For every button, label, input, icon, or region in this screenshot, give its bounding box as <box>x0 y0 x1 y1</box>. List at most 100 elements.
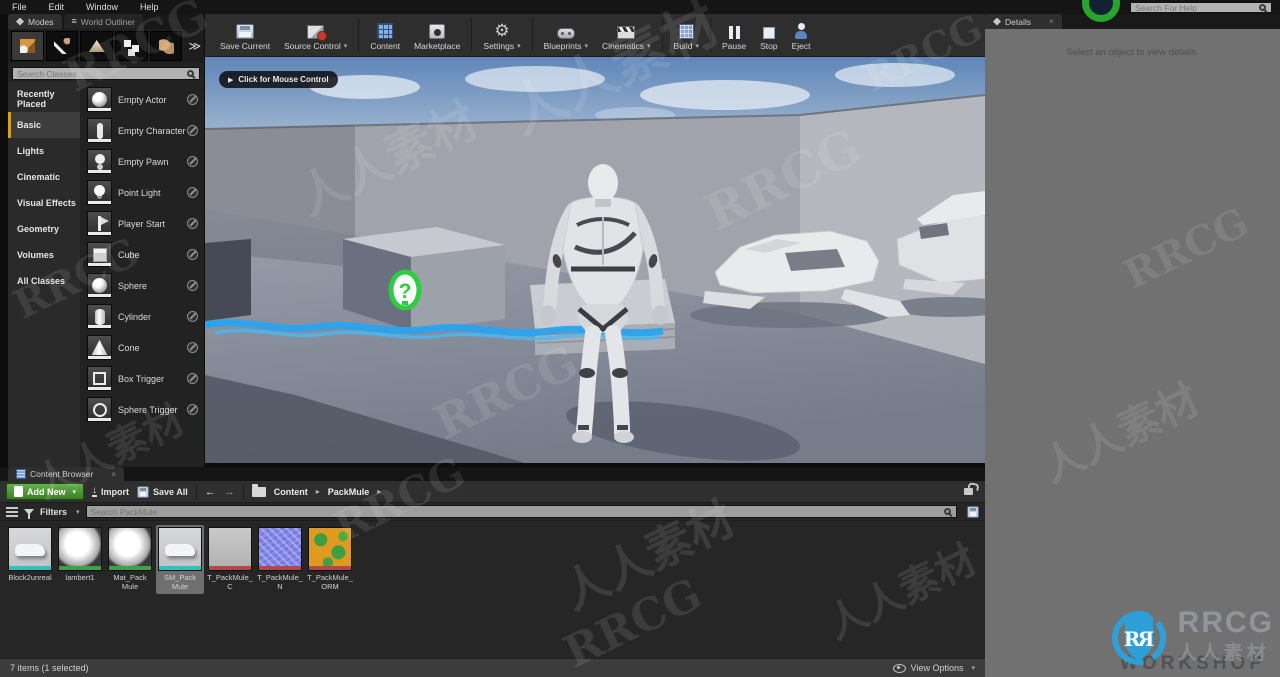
content-browser: Content Browser × Add New ▾ ↓ Import Sav… <box>0 467 985 677</box>
drag-handle-icon[interactable] <box>187 187 198 198</box>
modes-body: Recently Placed Basic Lights Cinematic V… <box>8 82 204 476</box>
level-viewport[interactable]: ? ▶ Click for Mouse Control <box>205 57 985 463</box>
back-arrow-icon[interactable]: ← <box>205 486 216 498</box>
stop-icon <box>762 26 775 39</box>
drag-handle-icon[interactable] <box>187 404 198 415</box>
list-item-empty-actor[interactable]: Empty Actor <box>80 84 204 115</box>
save-all-button[interactable]: Save All <box>137 485 188 498</box>
geometry-mode-icon <box>123 39 131 47</box>
filters-button[interactable]: Filters <box>40 507 67 517</box>
pause-button[interactable]: Pause <box>715 15 753 55</box>
category-basic[interactable]: Basic <box>8 112 80 138</box>
sources-panel-icon[interactable] <box>6 506 18 517</box>
category-recently-placed[interactable]: Recently Placed <box>8 86 80 112</box>
drag-handle-icon[interactable] <box>187 249 198 260</box>
mode-landscape-button[interactable] <box>80 31 114 61</box>
unreal-editor-window: File Edit Window Help Modes ≡ World Outl… <box>0 0 1280 677</box>
list-item-empty-character[interactable]: Empty Character <box>80 115 204 146</box>
marketplace-button[interactable]: Marketplace <box>407 15 467 55</box>
content-button[interactable]: Content <box>363 15 407 55</box>
chevron-down-icon: ▾ <box>695 42 699 50</box>
menu-window[interactable]: Window <box>86 2 118 12</box>
sphere-trigger-icon <box>87 397 112 422</box>
asset-tile-sm-packmule-selected[interactable]: SM_Pack Mule <box>156 525 204 594</box>
list-item-point-light[interactable]: Point Light <box>80 177 204 208</box>
lock-icon[interactable] <box>964 488 973 495</box>
save-search-icon[interactable] <box>967 505 979 518</box>
import-button[interactable]: ↓ Import <box>92 485 129 497</box>
list-item-cone[interactable]: Cone <box>80 332 204 363</box>
mode-paint-button[interactable] <box>45 31 79 61</box>
list-item-cube[interactable]: Cube <box>80 239 204 270</box>
normal-map-thumbnail <box>258 527 302 571</box>
close-icon[interactable]: × <box>111 470 116 479</box>
cinematics-button[interactable]: Cinematics ▾ <box>595 15 658 55</box>
category-visual-effects[interactable]: Visual Effects <box>8 190 80 216</box>
asset-search-input[interactable] <box>86 506 944 517</box>
asset-tile-lambert1[interactable]: lambert1 <box>56 525 104 584</box>
help-search-input[interactable] <box>1131 2 1259 13</box>
asset-tile-block2unreal[interactable]: Block2unreal <box>6 525 54 584</box>
view-options-button[interactable]: View Options ▾ <box>892 663 975 673</box>
menu-file[interactable]: File <box>12 2 27 12</box>
drag-handle-icon[interactable] <box>187 94 198 105</box>
content-browser-tabbar: Content Browser × <box>0 467 985 481</box>
content-browser-toolbar: Add New ▾ ↓ Import Save All ← → Content … <box>0 481 985 503</box>
asset-tile-t-packmule-orm[interactable]: T_PackMule_ORM <box>306 525 354 594</box>
drag-handle-icon[interactable] <box>187 156 198 167</box>
close-icon[interactable]: × <box>1049 17 1054 26</box>
drag-handle-icon[interactable] <box>187 218 198 229</box>
chevron-down-icon: ▾ <box>517 42 521 50</box>
category-cinematic[interactable]: Cinematic <box>8 164 80 190</box>
tab-details[interactable]: Details × <box>985 14 1062 29</box>
drag-handle-icon[interactable] <box>187 280 198 291</box>
breadcrumb-content[interactable]: Content <box>274 487 308 497</box>
viewport-scene: ? <box>205 57 985 463</box>
blueprints-button[interactable]: Blueprints ▾ <box>537 15 595 55</box>
landscape-mode-icon <box>88 40 105 52</box>
list-item-box-trigger[interactable]: Box Trigger <box>80 363 204 394</box>
asset-tile-t-packmule-n[interactable]: T_PackMule_N <box>256 525 304 594</box>
classes-search-input[interactable] <box>13 68 187 79</box>
drag-handle-icon[interactable] <box>187 342 198 353</box>
source-control-button[interactable]: Source Control ▾ <box>277 15 354 55</box>
category-lights[interactable]: Lights <box>8 138 80 164</box>
list-item-player-start[interactable]: Player Start <box>80 208 204 239</box>
category-volumes[interactable]: Volumes <box>8 242 80 268</box>
add-new-button[interactable]: Add New ▾ <box>6 483 85 500</box>
tab-content-browser[interactable]: Content Browser × <box>8 467 124 481</box>
menu-edit[interactable]: Edit <box>49 2 65 12</box>
category-all-classes[interactable]: All Classes <box>8 268 80 294</box>
list-item-empty-pawn[interactable]: Empty Pawn <box>80 146 204 177</box>
menu-help[interactable]: Help <box>140 2 159 12</box>
dark-block <box>205 239 251 321</box>
tab-modes[interactable]: Modes <box>8 14 62 29</box>
sphere-icon <box>87 273 112 298</box>
mode-geometry-button[interactable] <box>115 31 148 61</box>
chevron-expand-icon[interactable]: ≫ <box>188 39 201 53</box>
mode-place-button[interactable] <box>11 31 44 61</box>
list-item-sphere-trigger[interactable]: Sphere Trigger <box>80 394 204 425</box>
build-button[interactable]: Build ▾ <box>667 15 706 55</box>
asset-tile-mat-packmule[interactable]: Mat_Pack Mule <box>106 525 154 594</box>
list-item-cylinder[interactable]: Cylinder <box>80 301 204 332</box>
eject-button[interactable]: Eject <box>785 15 818 55</box>
breadcrumb-packmule[interactable]: PackMule <box>328 487 370 497</box>
forward-arrow-icon[interactable]: → <box>224 486 235 498</box>
new-asset-icon <box>14 486 23 497</box>
classes-search-box <box>12 67 200 80</box>
tab-world-outliner[interactable]: ≡ World Outliner <box>63 14 143 29</box>
save-current-button[interactable]: Save Current <box>213 15 277 55</box>
category-geometry[interactable]: Geometry <box>8 216 80 242</box>
mouse-control-banner[interactable]: ▶ Click for Mouse Control <box>219 71 338 88</box>
drag-handle-icon[interactable] <box>187 125 198 136</box>
mode-foliage-button[interactable] <box>149 31 183 61</box>
settings-button[interactable]: ⚙ Settings ▾ <box>476 15 527 55</box>
tab-modes-label: Modes <box>28 16 54 27</box>
drag-handle-icon[interactable] <box>187 311 198 322</box>
stop-button[interactable]: Stop <box>753 15 785 55</box>
list-item-sphere[interactable]: Sphere <box>80 270 204 301</box>
asset-tile-t-packmule-c[interactable]: T_PackMule_C <box>206 525 254 594</box>
chevron-down-icon: ▾ <box>72 488 77 496</box>
drag-handle-icon[interactable] <box>187 373 198 384</box>
